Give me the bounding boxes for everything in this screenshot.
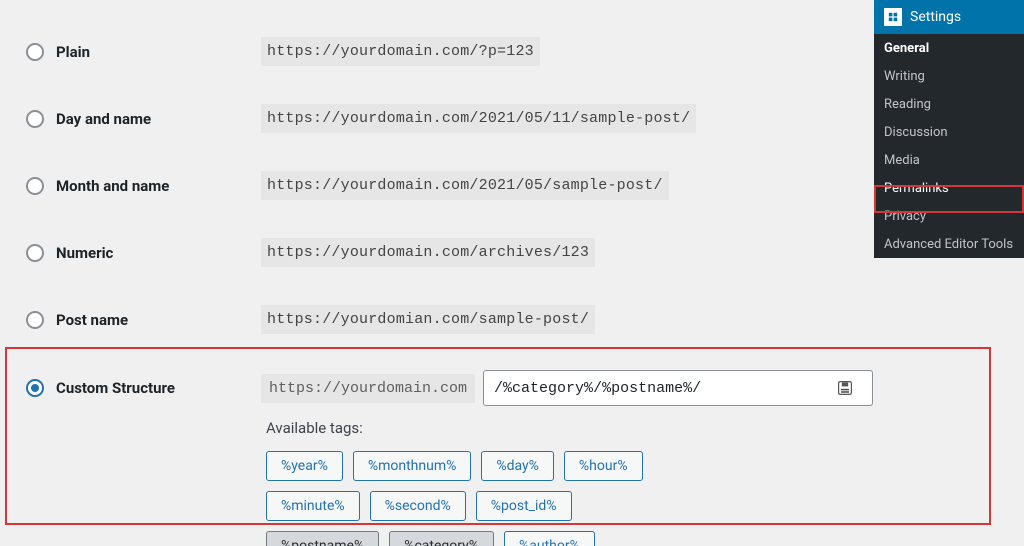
sidebar-item-label: Writing [884, 69, 925, 84]
permalink-option-post-name: Post name https://yourdomian.com/sample-… [0, 286, 874, 353]
option-example-url: https://yourdomain.com/2021/05/sample-po… [261, 171, 669, 200]
option-example-url: https://yourdomian.com/sample-post/ [261, 305, 595, 334]
sidebar-heading-settings[interactable]: Settings [874, 0, 1024, 34]
option-example-url: https://yourdomain.com/archives/123 [261, 238, 595, 267]
tag-row: %postname% %category% %author% [266, 531, 700, 546]
permalink-option-month-name: Month and name https://yourdomain.com/20… [0, 152, 874, 219]
sidebar-item-writing[interactable]: Writing [874, 62, 1024, 90]
custom-structure-input[interactable] [483, 370, 873, 406]
sidebar-item-label: Privacy [884, 209, 926, 224]
sidebar-item-permalinks[interactable]: Permalinks [874, 174, 1024, 202]
radio-numeric[interactable] [26, 244, 44, 262]
sidebar-item-privacy[interactable]: Privacy [874, 202, 1024, 230]
tag-minute[interactable]: %minute% [266, 491, 360, 521]
radio-custom-structure[interactable] [26, 379, 44, 397]
tag-row: %year% %monthnum% %day% %hour% %minute% … [266, 451, 700, 521]
tag-author[interactable]: %author% [504, 531, 595, 546]
radio-post-name[interactable] [26, 311, 44, 329]
permalink-settings-form: Plain https://yourdomain.com/?p=123 Day … [0, 0, 874, 546]
option-label: Plain [56, 43, 261, 61]
tag-year[interactable]: %year% [266, 451, 343, 481]
option-example-url: https://yourdomain.com/?p=123 [261, 37, 540, 66]
option-label: Month and name [56, 177, 261, 195]
radio-day-name[interactable] [26, 110, 44, 128]
sidebar-item-label: Permalinks [884, 181, 949, 196]
permalink-option-numeric: Numeric https://yourdomain.com/archives/… [0, 219, 874, 286]
sidebar-item-label: Reading [884, 97, 931, 112]
sidebar-item-media[interactable]: Media [874, 146, 1024, 174]
sidebar-item-label: Media [884, 153, 920, 168]
tag-category[interactable]: %category% [389, 531, 494, 546]
sidebar-item-reading[interactable]: Reading [874, 90, 1024, 118]
option-label: Custom Structure [56, 379, 261, 397]
option-label: Day and name [56, 110, 261, 128]
option-label: Post name [56, 311, 261, 329]
available-tags-label: Available tags: [0, 419, 874, 437]
tag-post-id[interactable]: %post_id% [476, 491, 572, 521]
permalink-option-day-name: Day and name https://yourdomain.com/2021… [0, 85, 874, 152]
custom-structure-input-wrap [475, 370, 873, 406]
radio-plain[interactable] [26, 43, 44, 61]
sidebar-item-advanced-editor-tools[interactable]: Advanced Editor Tools [874, 230, 1024, 258]
settings-icon [884, 8, 902, 26]
tag-second[interactable]: %second% [370, 491, 466, 521]
custom-base-url: https://yourdomain.com [261, 374, 475, 403]
sidebar-item-label: Advanced Editor Tools [884, 237, 1013, 252]
sidebar-item-label: Discussion [884, 125, 948, 140]
wp-permalinks-screen: Settings General Writing Reading Discuss… [0, 0, 1024, 546]
radio-month-name[interactable] [26, 177, 44, 195]
tag-hour[interactable]: %hour% [564, 451, 643, 481]
input-save-icon[interactable] [837, 380, 853, 396]
admin-sidebar-settings: Settings General Writing Reading Discuss… [874, 0, 1024, 258]
sidebar-item-discussion[interactable]: Discussion [874, 118, 1024, 146]
tag-day[interactable]: %day% [481, 451, 554, 481]
permalink-option-plain: Plain https://yourdomain.com/?p=123 [0, 18, 874, 85]
tag-postname[interactable]: %postname% [266, 531, 379, 546]
sidebar-item-general[interactable]: General [874, 34, 1024, 62]
tag-monthnum[interactable]: %monthnum% [353, 451, 472, 481]
sidebar-heading-label: Settings [910, 9, 961, 25]
permalink-option-custom: Custom Structure https://yourdomain.com … [0, 353, 874, 546]
available-tags: %year% %monthnum% %day% %hour% %minute% … [0, 451, 700, 546]
option-label: Numeric [56, 244, 261, 262]
sidebar-item-label: General [884, 41, 929, 56]
option-example-url: https://yourdomain.com/2021/05/11/sample… [261, 104, 696, 133]
